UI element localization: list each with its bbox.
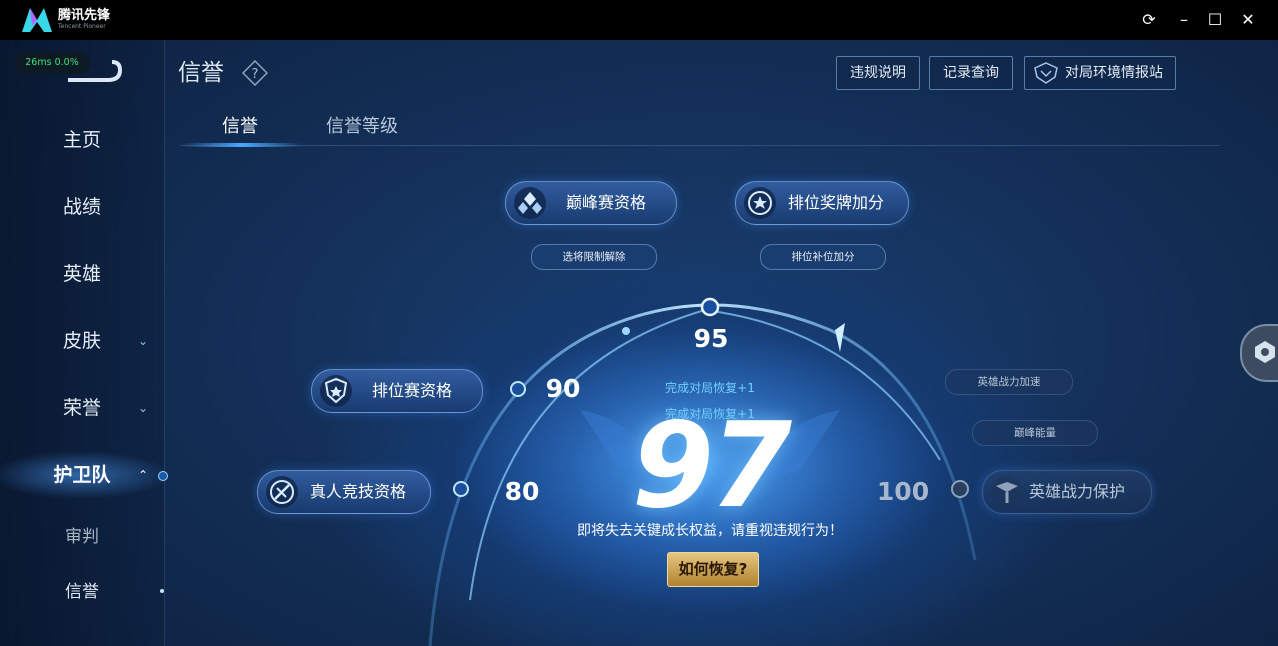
app-subtitle: Tencent Pioneer <box>58 23 106 30</box>
rank-qualification-label: 排位赛资格 <box>372 381 453 400</box>
sidebar-item-label: 荣誉 <box>62 397 101 419</box>
hero-power-protect-label: 英雄战力保护 <box>1029 482 1126 501</box>
svg-text:?: ? <box>252 67 259 82</box>
peak-energy-label: 巅峰能量 <box>1014 427 1056 439</box>
maximize-icon[interactable]: ☐ <box>1203 8 1227 32</box>
window-titlebar: 腾讯先锋 Tencent Pioneer ⟳ – ☐ ✕ <box>0 0 1278 40</box>
latency-value: 26ms <box>25 57 52 68</box>
peak-sub-label: 选将限制解除 <box>562 251 626 263</box>
nav-indicator-dot <box>160 589 164 593</box>
peak-qualification-label: 巅峰赛资格 <box>566 193 647 212</box>
sidebar-item-hero[interactable]: 英雄 <box>0 254 164 294</box>
violation-info-button[interactable]: 违规说明 <box>836 56 920 90</box>
sword-badge-icon <box>266 476 298 508</box>
app-logo-icon <box>22 8 52 32</box>
app-name: 腾讯先锋 <box>58 8 111 23</box>
loss-value: 0.0% <box>54 57 79 68</box>
threshold-95: 95 <box>693 324 729 353</box>
sidebar-item-home[interactable]: 主页 <box>0 120 164 160</box>
node-100 <box>951 480 969 498</box>
shield-emblem-icon <box>1034 62 1058 84</box>
rank-medal-bonus-label: 排位奖牌加分 <box>788 193 885 212</box>
chevron-up-icon[interactable]: ⌃ <box>138 455 152 495</box>
peak-crystal-icon <box>514 187 546 219</box>
peak-energy-chip: 巅峰能量 <box>972 420 1098 446</box>
tab-divider <box>180 145 1220 146</box>
sidebar-item-record[interactable]: 战绩 <box>0 187 164 227</box>
real-pvp-qualification-pill[interactable]: 真人竞技资格 <box>257 470 431 514</box>
threshold-100: 100 <box>876 477 930 506</box>
minimize-icon[interactable]: – <box>1172 8 1196 32</box>
record-query-button[interactable]: 记录查询 <box>929 56 1013 90</box>
rank-medal-bonus-pill[interactable]: 排位奖牌加分 <box>735 181 909 225</box>
real-pvp-qualification-label: 真人竞技资格 <box>310 482 407 501</box>
rank-sub-label: 排位补位加分 <box>791 251 855 263</box>
record-query-label: 记录查询 <box>943 65 999 81</box>
node-80 <box>453 481 469 497</box>
credit-arc <box>428 297 977 646</box>
threshold-90: 90 <box>545 374 581 403</box>
tab-credit-level[interactable]: 信誉等级 <box>326 112 398 142</box>
sidebar-item-label: 皮肤 <box>62 330 101 352</box>
match-env-station-label: 对局环境情报站 <box>1065 65 1163 81</box>
sidebar-subitem-judge[interactable]: 审判 <box>0 517 164 557</box>
chevron-down-icon[interactable]: ⌄ <box>138 388 152 428</box>
how-to-recover-label: 如何恢复? <box>678 560 748 578</box>
credit-score: 97 <box>631 396 792 534</box>
question-diamond-icon[interactable]: ? <box>242 60 268 86</box>
peak-qualification-pill[interactable]: 巅峰赛资格 <box>505 181 677 225</box>
match-env-station-button[interactable]: 对局环境情报站 <box>1024 56 1176 90</box>
nav-indicator-dot <box>158 471 168 481</box>
violation-info-label: 违规说明 <box>850 65 906 81</box>
perf-badge: 26ms 0.0% <box>14 52 90 74</box>
close-icon[interactable]: ✕ <box>1236 8 1260 32</box>
hero-power-boost-chip: 英雄战力加速 <box>945 369 1073 395</box>
sidebar: 26ms 0.0% 主页 战绩 英雄 皮肤 ⌄ 荣誉 ⌄ 护卫队 ⌃ 审判 信誉 <box>0 40 168 646</box>
tab-label: 信誉 <box>222 116 258 137</box>
rank-sub-chip: 排位补位加分 <box>760 244 886 270</box>
sidebar-item-label: 护卫队 <box>53 464 111 486</box>
sidebar-item-label: 审判 <box>65 527 99 547</box>
page-title: 信誉 <box>178 60 224 86</box>
tab-label: 信誉等级 <box>326 116 398 137</box>
sidebar-item-label: 信誉 <box>65 582 99 602</box>
hero-power-boost-label: 英雄战力加速 <box>977 376 1041 388</box>
tab-credit[interactable]: 信誉 <box>222 112 258 142</box>
tab-active-underline <box>182 143 302 147</box>
hero-crest-icon <box>991 476 1023 508</box>
sidebar-item-label: 英雄 <box>62 263 101 285</box>
node-95 <box>700 297 720 317</box>
hexagon-icon <box>1255 341 1275 363</box>
rank-qualification-pill[interactable]: 排位赛资格 <box>311 369 483 413</box>
sidebar-subitem-credit[interactable]: 信誉 <box>0 572 164 612</box>
node-mid <box>622 327 630 335</box>
how-to-recover-button[interactable]: 如何恢复? <box>667 552 759 587</box>
sidebar-item-label: 主页 <box>62 129 101 151</box>
refresh-icon[interactable]: ⟳ <box>1137 8 1161 32</box>
hero-power-protect-pill[interactable]: 英雄战力保护 <box>982 470 1152 514</box>
credit-warning: 即将失去关键成长权益，请重视违规行为！ <box>577 523 843 539</box>
sidebar-item-label: 战绩 <box>62 196 101 218</box>
rank-emblem-icon <box>320 375 352 407</box>
medal-star-icon <box>744 187 776 219</box>
game-screen: 26ms 0.0% 主页 战绩 英雄 皮肤 ⌄ 荣誉 ⌄ 护卫队 ⌃ 审判 信誉… <box>0 40 1278 646</box>
threshold-80: 80 <box>504 477 540 506</box>
node-90 <box>510 381 526 397</box>
peak-sub-chip: 选将限制解除 <box>531 244 657 270</box>
recover-hint-1: 完成对局恢复+1 <box>665 381 755 395</box>
chevron-down-icon[interactable]: ⌄ <box>138 321 152 361</box>
